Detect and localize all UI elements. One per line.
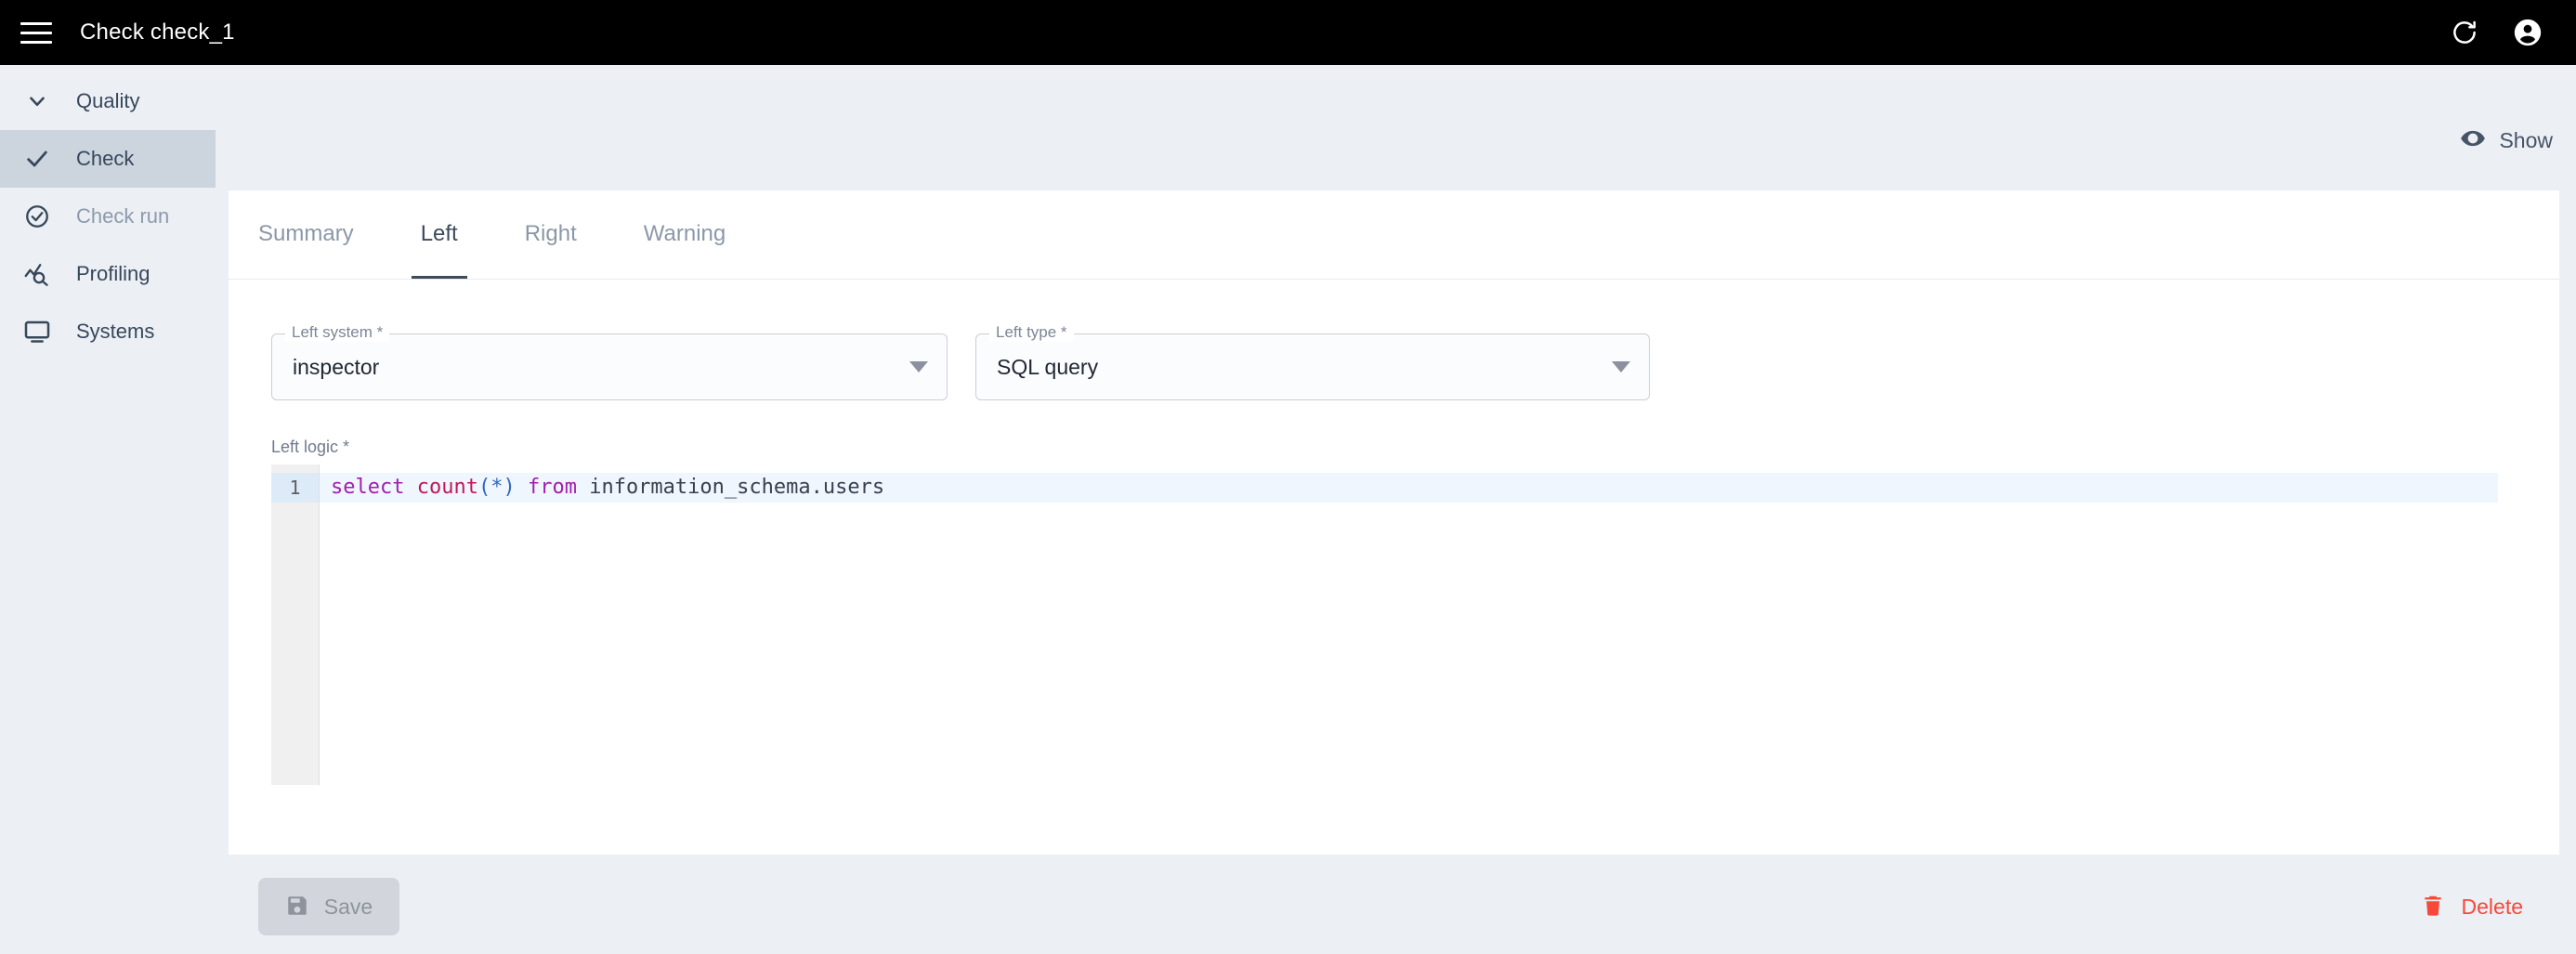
left-logic-section: Left logic * 1 select count(*) from info…	[229, 400, 2559, 785]
trash-icon	[2421, 894, 2445, 921]
tab-label: Right	[524, 221, 577, 246]
editor-gutter: 1	[271, 464, 320, 785]
account-circle-icon[interactable]	[2509, 14, 2546, 51]
check-icon	[19, 146, 56, 172]
action-footer: Save Delete	[229, 878, 2559, 943]
sidebar-item-check[interactable]: Check	[0, 130, 216, 188]
left-logic-label: Left logic *	[271, 438, 350, 456]
tab-right[interactable]: Right	[516, 189, 586, 279]
left-system-value: inspector	[293, 354, 380, 379]
sidebar-item-label: Quality	[76, 89, 140, 112]
save-button-label: Save	[323, 894, 373, 919]
left-system-label: Left system *	[285, 323, 390, 342]
sidebar-item-quality[interactable]: Quality	[0, 72, 216, 130]
tab-label: Warning	[643, 221, 726, 246]
tab-warning[interactable]: Warning	[634, 189, 735, 279]
save-floppy-icon	[285, 894, 309, 921]
code-token: from	[527, 476, 577, 499]
code-token: information_schema.users	[589, 476, 885, 499]
show-toggle[interactable]: Show	[2460, 125, 2553, 156]
left-type-label: Left type *	[989, 323, 1074, 342]
refresh-icon[interactable]	[2446, 14, 2483, 51]
tab-label: Left	[420, 221, 458, 246]
tab-left[interactable]: Left	[411, 189, 467, 279]
sidebar-item-check-run[interactable]: Check run	[0, 188, 216, 245]
form-row: Left system * inspector Left type * SQL …	[229, 280, 2559, 400]
sidebar-item-label: Systems	[76, 320, 155, 343]
sidebar-item-systems[interactable]: Systems	[0, 303, 216, 360]
sidebar-item-label: Profiling	[76, 262, 150, 285]
monitor-icon	[19, 318, 56, 346]
main-content: Show Summary Left Right Warning Left sys…	[216, 65, 2576, 954]
left-type-field: Left type * SQL query	[975, 323, 1650, 400]
hamburger-menu-icon[interactable]	[20, 15, 56, 50]
left-system-select[interactable]: inspector	[271, 333, 948, 400]
save-button[interactable]: Save	[258, 878, 399, 935]
eye-icon	[2460, 125, 2486, 156]
chevron-down-icon	[1612, 361, 1630, 372]
chevron-down-icon	[19, 89, 56, 113]
left-type-value: SQL query	[997, 354, 1099, 379]
left-type-select[interactable]: SQL query	[975, 333, 1650, 400]
left-system-field: Left system * inspector	[271, 323, 948, 400]
app-title: Check check_1	[80, 20, 235, 45]
check-circle-icon	[19, 203, 56, 229]
sidebar-item-label: Check run	[76, 204, 170, 228]
tab-bar: Summary Left Right Warning	[229, 190, 2559, 280]
check-detail-card: Summary Left Right Warning Left system *…	[229, 190, 2559, 855]
code-token: )	[503, 476, 516, 499]
code-line[interactable]: select count(*) from information_schema.…	[320, 473, 2498, 503]
show-toggle-label: Show	[2499, 128, 2553, 152]
code-token: (	[477, 476, 491, 499]
top-app-bar: Check check_1	[0, 0, 2576, 65]
editor-code-area[interactable]: select count(*) from information_schema.…	[320, 464, 2540, 785]
code-token: *	[490, 476, 503, 499]
delete-button[interactable]: Delete	[2408, 878, 2536, 935]
sidebar-item-label: Check	[76, 147, 135, 170]
code-token: select	[331, 476, 405, 499]
tab-label: Summary	[258, 221, 354, 246]
sql-code-editor[interactable]: 1 select count(*) from information_schem…	[271, 464, 2540, 785]
line-number: 1	[271, 473, 319, 503]
topbar-actions	[2446, 14, 2546, 51]
delete-button-label: Delete	[2461, 894, 2523, 919]
code-token: count	[416, 476, 478, 499]
chevron-down-icon	[909, 361, 928, 372]
profiling-chart-icon	[19, 260, 56, 288]
sidebar-item-profiling[interactable]: Profiling	[0, 245, 216, 303]
tab-summary[interactable]: Summary	[249, 189, 363, 279]
application-root: Check check_1 Quality Check Check run Pr…	[0, 0, 2576, 954]
sidebar-navigation: Quality Check Check run Profiling System…	[0, 65, 216, 954]
